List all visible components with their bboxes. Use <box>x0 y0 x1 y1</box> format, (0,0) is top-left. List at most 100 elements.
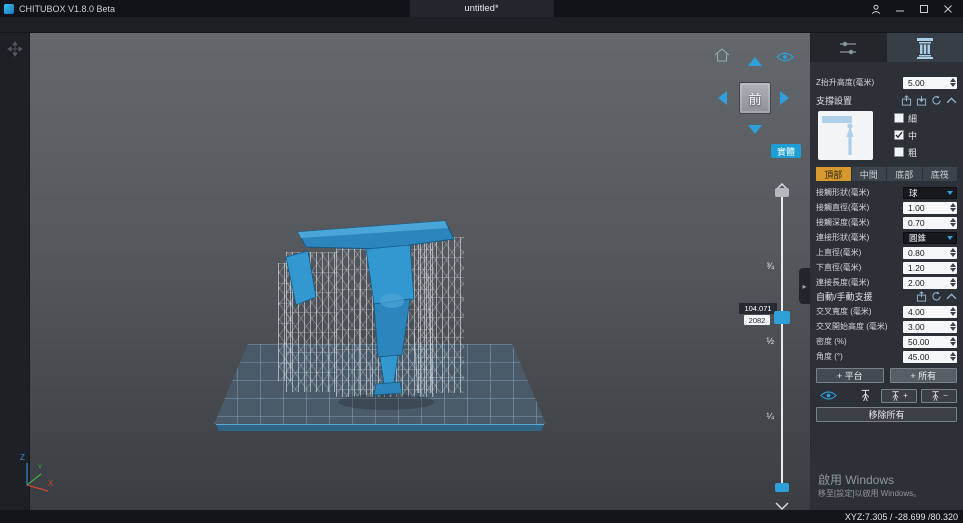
view-eye-icon[interactable] <box>776 49 794 60</box>
spinner[interactable] <box>948 277 957 289</box>
upper-diameter-input[interactable]: 0.80 <box>903 247 957 259</box>
spinner[interactable] <box>948 247 957 259</box>
spinner[interactable] <box>948 321 957 333</box>
title-bar: CHITUBOX V1.8.0 Beta untitled* <box>0 0 963 17</box>
slider-down-chevron[interactable] <box>775 497 789 505</box>
import-profile-icon[interactable] <box>916 95 927 106</box>
density-input[interactable]: 50.00 <box>903 336 957 348</box>
connect-shape-select[interactable]: 圓錐 <box>903 232 957 244</box>
toolbar-strip <box>0 17 963 33</box>
window-controls <box>870 3 963 14</box>
layer-slider-bottom-handle[interactable] <box>775 483 789 492</box>
thickness-option-medium[interactable]: 中 <box>894 129 917 141</box>
param-value: 0.80 <box>903 248 948 258</box>
dropdown-arrow-icon <box>947 236 953 240</box>
param-label: 密度 (%) <box>816 336 847 347</box>
account-icon[interactable] <box>870 3 881 14</box>
param-label: 接觸形狀(毫米) <box>816 187 869 198</box>
z-lift-input[interactable]: 5.00 <box>903 77 957 89</box>
tab-middle[interactable]: 中間 <box>852 167 887 181</box>
view-mode-badge[interactable]: 實體 <box>771 144 801 158</box>
tab-bottom[interactable]: 底部 <box>887 167 922 181</box>
add-all-supports-button[interactable]: + 所有 <box>890 368 958 383</box>
home-icon[interactable] <box>714 48 730 62</box>
contact-shape-select[interactable]: 球 <box>903 187 957 199</box>
param-label: 上直徑(毫米) <box>816 247 861 258</box>
export-profile-icon[interactable] <box>901 95 912 106</box>
add-platform-supports-button[interactable]: + 平台 <box>816 368 884 383</box>
spinner[interactable] <box>948 217 957 229</box>
dropdown-arrow-icon <box>947 191 953 195</box>
angle-input[interactable]: 45.00 <box>903 351 957 363</box>
spinner[interactable] <box>948 336 957 348</box>
auto-header-icons <box>916 291 957 302</box>
close-button[interactable] <box>942 3 953 14</box>
layer-slider-top-handle[interactable] <box>775 188 789 197</box>
connect-length-input[interactable]: 2.00 <box>903 277 957 289</box>
param-value: 0.70 <box>903 218 948 228</box>
auto-support-header: 自動/手動支援 <box>816 290 873 303</box>
rotate-up-arrow[interactable] <box>748 57 762 66</box>
checkbox-unchecked[interactable] <box>894 113 904 123</box>
param-value: 4.00 <box>903 307 948 317</box>
cross-width-input[interactable]: 4.00 <box>903 306 957 318</box>
rotate-left-arrow[interactable] <box>718 91 727 105</box>
cross-start-height-input[interactable]: 3.00 <box>903 321 957 333</box>
support-settings-header: 支撐設置 <box>816 94 852 107</box>
viewport-3d[interactable]: 前 實體 ¾ ½ ¼ 104.071 2082 <box>30 33 810 510</box>
layer-slider-track[interactable] <box>781 191 783 491</box>
rotate-down-arrow[interactable] <box>748 125 762 134</box>
tab-slice-settings[interactable] <box>810 33 887 62</box>
checkbox-unchecked[interactable] <box>894 147 904 157</box>
view-mode-label: 實體 <box>777 145 795 158</box>
spinner[interactable] <box>948 202 957 214</box>
document-tab[interactable]: untitled* <box>409 0 553 17</box>
reset-defaults-icon[interactable] <box>931 95 942 106</box>
document-title: untitled* <box>464 3 498 14</box>
tab-raft[interactable]: 底筏 <box>923 167 958 181</box>
minimize-button[interactable] <box>894 3 905 14</box>
checkbox-checked[interactable] <box>894 130 904 140</box>
support-structures <box>286 252 338 392</box>
spinner[interactable] <box>948 77 957 89</box>
spinner[interactable] <box>948 351 957 363</box>
param-label: 連接長度(毫米) <box>816 277 869 288</box>
add-support-button[interactable]: + <box>881 389 917 403</box>
param-value: 45.00 <box>903 352 948 362</box>
left-toolbar <box>0 33 30 510</box>
delete-support-button[interactable]: − <box>921 389 957 403</box>
windows-activation-watermark-sub: 移至[設定]以啟用 Windows。 <box>818 488 921 499</box>
support-structures <box>278 263 292 381</box>
settings-panel: Z抬升高度(毫米) 5.00 支撐設置 細 <box>810 33 963 510</box>
slider-up-chevron[interactable] <box>775 178 789 186</box>
lower-diameter-input[interactable]: 1.20 <box>903 262 957 274</box>
contact-depth-input[interactable]: 0.70 <box>903 217 957 229</box>
axis-y-label: Y <box>38 465 42 471</box>
spinner[interactable] <box>948 306 957 318</box>
layer-slider-handle[interactable] <box>774 311 790 324</box>
support-pillar-icon[interactable] <box>859 389 872 402</box>
param-label: 角度 (°) <box>816 351 843 362</box>
view-cube-front[interactable]: 前 <box>739 82 771 114</box>
param-value: 3.00 <box>903 322 948 332</box>
param-value: 2.00 <box>903 278 948 288</box>
move-tool-icon[interactable] <box>7 41 23 57</box>
collapse-section-icon[interactable] <box>946 95 957 106</box>
thickness-option-fine[interactable]: 細 <box>894 112 917 124</box>
tab-top[interactable]: 頂部 <box>816 167 851 181</box>
spinner[interactable] <box>948 262 957 274</box>
tab-support-settings[interactable] <box>887 33 963 62</box>
auto-support-buttons: + 平台 + 所有 <box>816 368 957 383</box>
panel-collapse-handle[interactable]: ▸ <box>799 268 810 304</box>
panel-tabs <box>810 33 963 62</box>
contact-diameter-input[interactable]: 1.00 <box>903 202 957 214</box>
export-profile-icon[interactable] <box>916 291 927 302</box>
app-logo-icon <box>4 4 14 14</box>
rotate-right-arrow[interactable] <box>780 91 789 105</box>
collapse-section-icon[interactable] <box>946 291 957 302</box>
reset-defaults-icon[interactable] <box>931 291 942 302</box>
remove-all-button[interactable]: 移除所有 <box>816 407 957 422</box>
maximize-button[interactable] <box>918 3 929 14</box>
supports-visibility-eye-button[interactable] <box>820 390 837 401</box>
thickness-option-coarse[interactable]: 粗 <box>894 146 917 158</box>
